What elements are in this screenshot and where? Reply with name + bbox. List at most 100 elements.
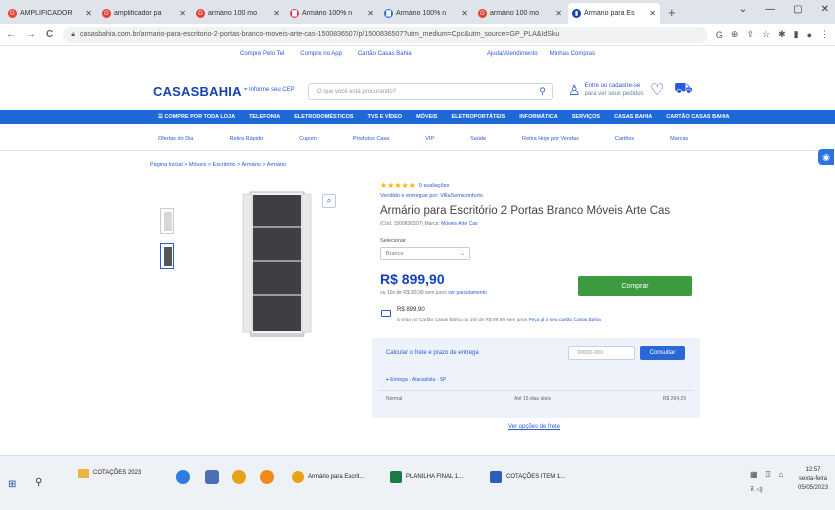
freight-options-link[interactable]: Ver opções de frete — [508, 424, 560, 430]
category-item[interactable]: ELETRODOMÉSTICOS — [294, 114, 353, 120]
browser-tab[interactable]: G AMPLIFICADOR ✕ — [4, 3, 96, 24]
menu-icon[interactable]: ⋮ — [820, 29, 829, 40]
volume-icon[interactable]: ◁) — [756, 487, 763, 493]
close-tab-icon[interactable]: ✕ — [367, 9, 374, 18]
product-thumbnail-selected[interactable] — [160, 243, 174, 269]
browser-tab[interactable]: ▇ Armário 100% n ✕ — [286, 3, 378, 24]
variant-select[interactable]: Branco ⌄ — [380, 247, 470, 260]
browser-tab[interactable]: Garmário 100 mo ✕ — [474, 3, 566, 24]
taskbar-window-chrome[interactable]: Armário para Escrit... — [292, 468, 370, 486]
category-item[interactable]: TVS E VÍDEO — [368, 114, 403, 120]
category-all[interactable]: ☰ COMPRE POR TODA LOJA — [158, 114, 235, 120]
sidebar-icon[interactable]: ▮ — [794, 29, 799, 40]
onedrive-icon[interactable]: ⌂ — [778, 470, 783, 480]
close-tab-icon[interactable]: ✕ — [273, 9, 280, 18]
browser-tab[interactable]: Garmário 100 mo ✕ — [192, 3, 284, 24]
google-icon: G — [196, 9, 205, 18]
edge-icon[interactable] — [176, 470, 190, 484]
product-main-image[interactable] — [242, 190, 312, 338]
search-input[interactable]: O que você está procurando? ⚲ — [308, 83, 553, 100]
freight-label: Calcular o frete e prazo de entrega — [386, 350, 479, 356]
taskbar-window-excel[interactable]: PLANILHA FINAL 1... — [390, 468, 469, 486]
chrome-icon — [292, 471, 304, 483]
category-item[interactable]: INFORMÁTICA — [519, 114, 558, 120]
subnav-item[interactable]: Marcas — [670, 136, 688, 146]
casasbahia-logo[interactable]: CASASBAHIA — [153, 84, 242, 99]
share-icon[interactable]: ⇪ — [746, 29, 754, 40]
bookmark-star-icon[interactable]: ☆ — [762, 29, 770, 40]
login-link[interactable]: ♙ Entre ou cadastre-se para ver seus pedi… — [568, 82, 644, 98]
system-tray: ▦ ⍐ ⌂ — [750, 470, 783, 480]
minimize-icon[interactable]: — — [765, 4, 775, 15]
card-apply-link[interactable]: Peça já o seu cartão Casas Bahia — [528, 318, 600, 323]
category-item[interactable]: ELETROPORTÁTEIS — [451, 114, 505, 120]
top-link[interactable]: Compre no App — [300, 51, 342, 57]
windows-start-icon[interactable]: ⊞ — [8, 479, 16, 490]
notification-icon[interactable]: ⍐ — [766, 470, 771, 480]
back-icon[interactable]: ← — [6, 29, 16, 40]
category-item[interactable]: MÓVEIS — [416, 114, 437, 120]
browser-tab[interactable]: Gamplificador pa ✕ — [98, 3, 190, 24]
taskbar-window-word[interactable]: COTAÇÕES ITEM 1... — [490, 468, 571, 486]
file-explorer-icon[interactable] — [205, 470, 219, 484]
windows-taskbar: ⊞ ⚲ COTAÇÕES 2023 Armário para Escrit...… — [0, 455, 835, 510]
close-tab-icon[interactable]: ✕ — [461, 9, 468, 18]
category-item[interactable]: CARTÃO CASAS BAHIA — [666, 114, 729, 120]
search-icon[interactable]: ⚲ — [539, 86, 546, 97]
widgets-icon[interactable]: ▦ — [750, 470, 758, 480]
close-window-icon[interactable]: ✕ — [821, 4, 829, 15]
favorites-heart-icon[interactable]: ♡ — [650, 80, 664, 100]
top-link[interactable]: Compre Pelo Tel — [240, 51, 284, 57]
close-tab-icon[interactable]: ✕ — [179, 9, 186, 18]
system-clock[interactable]: 12:57 sexta-feira 05/05/2023 — [798, 466, 828, 493]
cep-selector[interactable]: ⌖ Informe seu CEP — [244, 87, 295, 94]
close-tab-icon[interactable]: ✕ — [649, 9, 656, 18]
browser-tab[interactable]: ▇ Armário 100% n ✕ — [380, 3, 472, 24]
subnav-item[interactable]: Cupom — [299, 136, 317, 146]
cart-icon[interactable]: ⛟ — [674, 80, 693, 99]
subnav-item[interactable]: Retira Rápido — [229, 136, 263, 146]
extensions-icon[interactable]: ✱ — [778, 29, 786, 40]
seller-link[interactable]: Vendido e entregue por: VillaSemiconfort… — [380, 193, 483, 199]
chrome-icon[interactable] — [232, 470, 246, 484]
url-field[interactable]: 🔒︎ casasbahia.com.br/armario-para-escrito… — [63, 26, 708, 43]
category-item[interactable]: TELEFONIA — [249, 114, 280, 120]
subnav-item[interactable]: VIP — [425, 136, 434, 146]
tab-list-icon[interactable]: ⌄ — [739, 4, 747, 15]
brand-link[interactable]: Móveis Arte Cas — [441, 221, 477, 227]
chat-icon[interactable]: ◉ — [818, 149, 834, 165]
reload-icon[interactable]: C — [46, 29, 53, 40]
close-tab-icon[interactable]: ✕ — [555, 9, 562, 18]
new-tab-button[interactable]: + — [668, 5, 676, 20]
product-thumbnail[interactable] — [160, 208, 174, 234]
browser-tab-active[interactable]: ▮ Armário para Es ✕ — [568, 3, 660, 24]
subnav-item[interactable]: Produtos Casa — [353, 136, 389, 146]
freight-cep-input[interactable]: 00000-000 — [568, 346, 635, 360]
buy-button[interactable]: Comprar — [578, 276, 692, 296]
rating-stars[interactable]: ★★★★★ 0 avaliações — [380, 181, 449, 190]
top-link-orders[interactable]: Minhas Compras — [550, 51, 595, 57]
maximize-icon[interactable]: ▢ — [793, 4, 802, 15]
taskbar-folder[interactable]: COTAÇÕES 2023 — [78, 464, 163, 482]
breadcrumb[interactable]: Página Inicial > Móveis > Escritório > A… — [150, 162, 286, 168]
card-price: R$ 899,90 — [397, 307, 425, 313]
subnav-item[interactable]: Cartões — [615, 136, 634, 146]
firefox-icon[interactable] — [260, 470, 274, 484]
consult-button[interactable]: Consultar — [640, 346, 685, 360]
top-link-help[interactable]: Ajuda/Atendimento — [487, 51, 538, 57]
sub-nav: Ofertas do Dia Retira Rápido Cupom Produ… — [0, 136, 835, 146]
zoom-icon[interactable]: ⊕ — [731, 29, 739, 40]
subnav-item[interactable]: Retira Hoje por Vendas — [522, 136, 579, 146]
category-item[interactable]: SERVIÇOS — [572, 114, 600, 120]
installment-link[interactable]: ver parcelamento — [448, 290, 487, 296]
profile-avatar-icon[interactable]: ● — [807, 30, 812, 40]
top-link[interactable]: Cartão Casas Bahia — [358, 51, 412, 57]
search-icon[interactable]: ⚲ — [35, 477, 42, 488]
category-item[interactable]: CASAS BAHIA — [614, 114, 652, 120]
google-lens-icon[interactable]: G — [716, 30, 723, 40]
subnav-item[interactable]: Saúde — [470, 136, 486, 146]
zoom-image-icon[interactable]: ⌕ — [322, 194, 336, 208]
forward-icon[interactable]: → — [26, 29, 36, 40]
subnav-item[interactable]: Ofertas do Dia — [158, 136, 193, 146]
close-tab-icon[interactable]: ✕ — [85, 9, 92, 18]
